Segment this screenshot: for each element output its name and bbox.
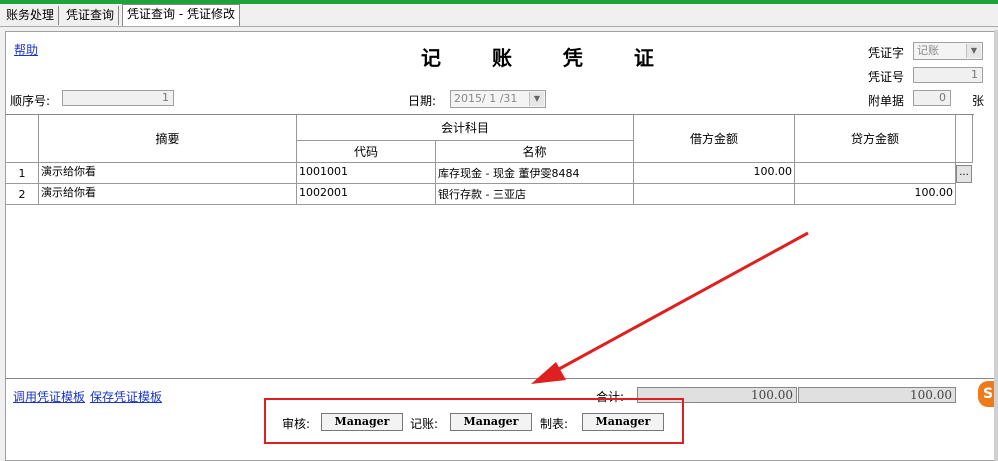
annotation-arrow-shaft xyxy=(547,231,809,377)
window-edge xyxy=(994,30,998,461)
annotation-arrow-head xyxy=(531,362,566,384)
annotation-arrow xyxy=(531,231,809,384)
